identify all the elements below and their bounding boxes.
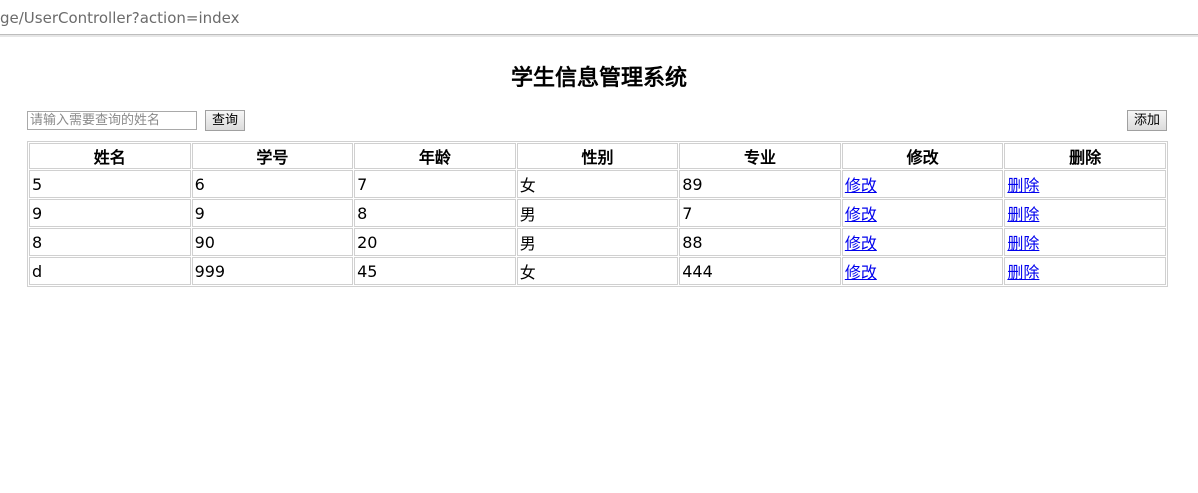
cell-edit: 修改: [841, 199, 1004, 227]
table-row: 9 9 8 男 7 修改 删除: [29, 199, 1166, 227]
header-gender: 性别: [516, 143, 679, 169]
table-row: 8 90 20 男 88 修改 删除: [29, 228, 1166, 256]
cell-edit: 修改: [841, 257, 1004, 285]
cell-student-id: 999: [191, 257, 354, 285]
cell-gender: 女: [516, 170, 679, 198]
address-bar-url[interactable]: ge/UserController?action=index: [0, 9, 240, 27]
table-row: 5 6 7 女 89 修改 删除: [29, 170, 1166, 198]
header-major: 专业: [679, 143, 841, 169]
search-input[interactable]: [27, 111, 197, 130]
add-button[interactable]: 添加: [1127, 110, 1168, 131]
cell-major: 444: [679, 257, 841, 285]
edit-link[interactable]: 修改: [845, 205, 877, 224]
cell-name: d: [29, 257, 191, 285]
cell-age: 45: [354, 257, 516, 285]
cell-gender: 女: [516, 257, 679, 285]
cell-student-id: 90: [191, 228, 354, 256]
cell-name: 9: [29, 199, 191, 227]
cell-student-id: 9: [191, 199, 354, 227]
cell-delete: 删除: [1004, 170, 1166, 198]
search-button[interactable]: 查询: [205, 110, 246, 131]
delete-link[interactable]: 删除: [1007, 176, 1039, 195]
cell-edit: 修改: [841, 228, 1004, 256]
cell-edit: 修改: [841, 170, 1004, 198]
table-header-row: 姓名 学号 年龄 性别 专业 修改 删除: [29, 143, 1166, 169]
cell-delete: 删除: [1004, 228, 1166, 256]
page-title: 学生信息管理系统: [510, 66, 687, 91]
delete-link[interactable]: 删除: [1007, 205, 1039, 224]
cell-age: 20: [354, 228, 516, 256]
header-age: 年龄: [354, 143, 516, 169]
cell-name: 5: [29, 170, 191, 198]
edit-link[interactable]: 修改: [845, 263, 877, 282]
delete-link[interactable]: 删除: [1007, 234, 1039, 253]
cell-major: 88: [679, 228, 841, 256]
cell-student-id: 6: [191, 170, 354, 198]
cell-major: 7: [679, 199, 841, 227]
header-student-id: 学号: [191, 143, 354, 169]
cell-delete: 删除: [1004, 199, 1166, 227]
edit-link[interactable]: 修改: [845, 234, 877, 253]
header-name: 姓名: [29, 143, 191, 169]
cell-major: 89: [679, 170, 841, 198]
cell-name: 8: [29, 228, 191, 256]
cell-age: 8: [354, 199, 516, 227]
student-table: 姓名 学号 年龄 性别 专业 修改 删除 5 6 7 女 89 修改 删除 9 …: [27, 141, 1168, 287]
table-row: d 999 45 女 444 修改 删除: [29, 257, 1166, 285]
header-edit: 修改: [841, 143, 1004, 169]
delete-link[interactable]: 删除: [1007, 263, 1039, 282]
cell-age: 7: [354, 170, 516, 198]
cell-delete: 删除: [1004, 257, 1166, 285]
cell-gender: 男: [516, 199, 679, 227]
cell-gender: 男: [516, 228, 679, 256]
browser-address-bar[interactable]: ge/UserController?action=index: [0, 0, 1198, 35]
header-delete: 删除: [1004, 143, 1166, 169]
edit-link[interactable]: 修改: [845, 176, 877, 195]
